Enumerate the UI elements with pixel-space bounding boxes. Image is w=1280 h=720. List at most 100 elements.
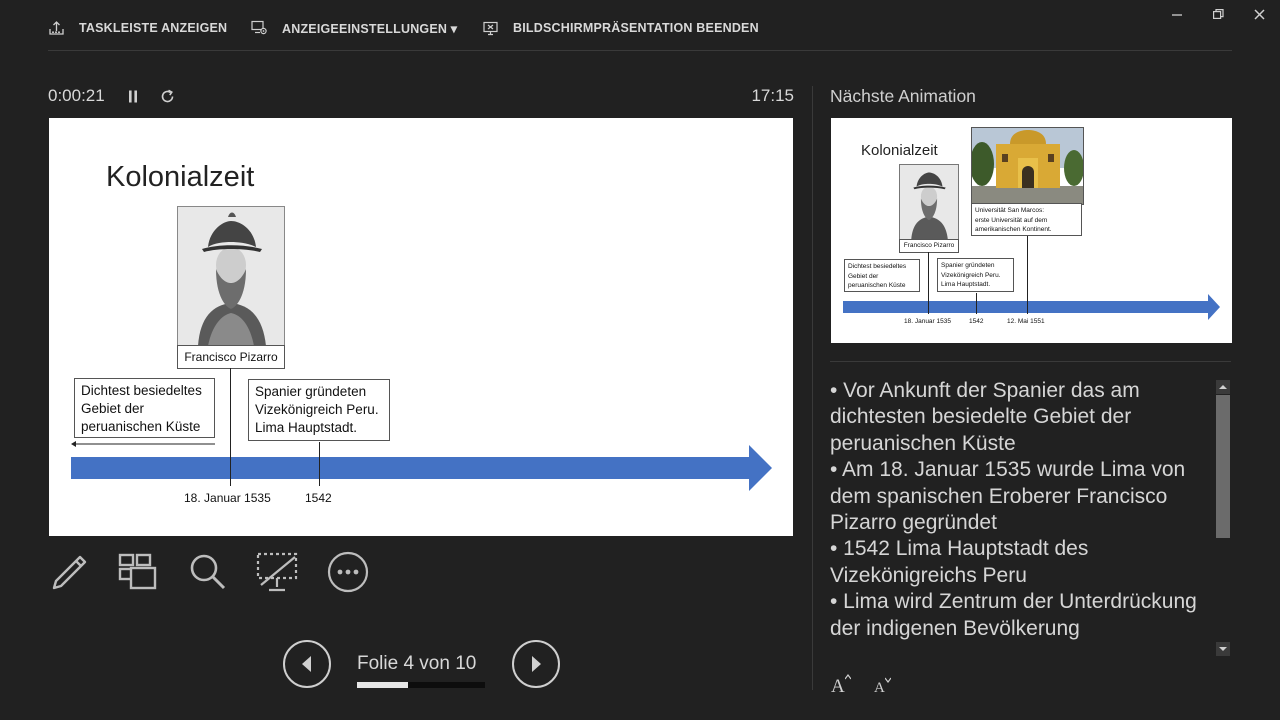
timeline-arrow <box>71 445 772 491</box>
pen-tool-button[interactable] <box>47 550 91 594</box>
pen-icon <box>52 555 87 590</box>
box-right-line-2: Vizekönigreich Peru. <box>255 402 379 417</box>
pizarro-portrait <box>177 206 285 347</box>
next-box-right-line-1: Spanier gründeten <box>941 262 995 269</box>
previous-slide-button[interactable] <box>283 640 331 688</box>
next-icon <box>532 656 541 672</box>
restore-icon <box>1212 9 1224 19</box>
slide-progress-bar <box>357 682 485 688</box>
next-university-connector <box>1027 236 1028 314</box>
next-animation-label: Nächste Animation <box>830 86 976 106</box>
university-building-illustration <box>972 128 1083 204</box>
box-left-line-2: Gebiet der <box>81 401 145 416</box>
portrait-illustration <box>178 207 284 346</box>
pizarro-connector <box>230 368 231 486</box>
next-densely-populated-box: Dichtest besiedeltes Gebiet der peruanis… <box>844 259 920 292</box>
end-slideshow-button[interactable]: BILDSCHIRMPRÄSENTATION BEENDEN <box>482 18 759 38</box>
next-animation-preview[interactable]: Kolonialzeit Francisco Pizarro Universit… <box>831 118 1232 343</box>
next-box-left-line-2: Gebiet der <box>848 272 879 280</box>
display-settings-button[interactable]: ANZEIGEEINSTELLUNGEN ▾ <box>251 18 457 38</box>
box-left-line-1: Dichtest besiedeltes <box>81 383 202 398</box>
next-date-viceroyalty: 1542 <box>969 318 984 325</box>
box-left-line-3: peruanischen Küste <box>81 419 201 434</box>
densely-populated-box: Dichtest besiedeltes Gebiet der peruanis… <box>74 378 215 438</box>
increase-font-button[interactable]: A <box>831 674 851 696</box>
close-icon <box>1253 8 1265 20</box>
portrait-caption-box: Francisco Pizarro <box>177 345 285 369</box>
restart-icon <box>161 89 173 102</box>
caret-up-icon <box>844 674 851 680</box>
uni-caption-line-2: erste Universität auf dem <box>975 216 1048 224</box>
end-slideshow-label: BILDSCHIRMPRÄSENTATION BEENDEN <box>513 21 759 35</box>
next-pizarro-connector <box>928 252 929 314</box>
notes-scrollbar-thumb[interactable] <box>1216 395 1230 538</box>
screen-off-icon <box>256 552 298 592</box>
note-item: • 1542 Lima Hauptstadt des Vizekönigreic… <box>830 537 1089 587</box>
notes-divider <box>830 361 1231 362</box>
scroll-up-button[interactable] <box>1216 380 1230 394</box>
next-portrait-caption: Francisco Pizarro <box>899 239 959 253</box>
decrease-font-button[interactable]: A <box>874 674 891 696</box>
date-viceroyalty: 1542 <box>305 491 332 505</box>
pane-divider[interactable] <box>812 86 813 690</box>
caret-down-icon <box>884 677 891 683</box>
next-viceroyalty-box: Spanier gründeten Vizekönigreich Peru. L… <box>937 258 1014 292</box>
previous-icon <box>302 656 311 672</box>
minimize-icon <box>1172 14 1182 16</box>
box-right-line-1: Spanier gründeten <box>255 384 367 399</box>
end-slideshow-icon <box>483 21 498 36</box>
display-settings-label: ANZEIGEEINSTELLUNGEN ▾ <box>282 21 458 36</box>
close-button[interactable] <box>1247 4 1271 24</box>
speaker-notes[interactable]: • Vor Ankunft der Spanier das am dichtes… <box>830 378 1208 658</box>
current-slide[interactable]: Kolonialzeit Francisco Pizarro Dichtest … <box>49 118 793 536</box>
viceroyalty-box: Spanier gründeten Vizekönigreich Peru. L… <box>248 379 390 441</box>
portrait-caption: Francisco Pizarro <box>184 350 278 364</box>
more-options-button[interactable] <box>326 550 370 594</box>
next-viceroyalty-connector <box>976 293 977 314</box>
next-university-caption-box: Universität San Marcos: erste Universitä… <box>971 203 1082 236</box>
scroll-down-button[interactable] <box>1216 642 1230 656</box>
see-all-slides-button[interactable] <box>115 550 159 594</box>
show-taskbar-button[interactable]: TASKLEISTE ANZEIGEN <box>48 18 227 38</box>
note-item: • Vor Ankunft der Spanier das am dichtes… <box>830 379 1140 455</box>
slide-progress-fill <box>357 682 409 688</box>
next-date-founding: 18. Januar 1535 <box>904 318 951 325</box>
pause-icon <box>129 90 137 102</box>
next-box-left-line-3: peruanischen Küste <box>848 282 906 289</box>
current-time: 17:15 <box>751 86 794 105</box>
scroll-down-icon <box>1219 647 1227 651</box>
next-portrait-illustration <box>911 172 948 240</box>
display-settings-icon <box>251 20 267 35</box>
slides-grid-icon <box>118 553 157 590</box>
scroll-up-icon <box>1219 385 1227 389</box>
next-university-photo <box>971 127 1084 205</box>
elapsed-timer: 0:00:21 <box>48 86 105 105</box>
next-date-university: 12. Mai 1551 <box>1007 318 1045 325</box>
magnifier-icon <box>190 554 226 590</box>
next-slide-button[interactable] <box>512 640 560 688</box>
date-founding: 18. Januar 1535 <box>184 491 271 505</box>
minimize-button[interactable] <box>1165 4 1189 24</box>
next-box-right-line-3: Lima Hauptstadt. <box>941 281 991 288</box>
next-box-left-line-1: Dichtest besiedeltes <box>848 263 907 270</box>
note-item: • Am 18. Januar 1535 wurde Lima von dem … <box>830 458 1186 535</box>
viceroyalty-connector <box>319 442 320 486</box>
increase-font-label: A <box>831 676 845 697</box>
next-pizarro-portrait <box>899 164 959 241</box>
toolbar-divider <box>48 50 1232 51</box>
black-screen-button[interactable] <box>255 550 299 594</box>
note-item: • Lima wird Zentrum der Unterdrückung de… <box>830 590 1197 640</box>
taskbar-icon <box>49 21 64 35</box>
slide-counter: Folie 4 von 10 <box>357 653 477 674</box>
slide-title: Kolonialzeit <box>106 161 255 193</box>
pause-timer-button[interactable] <box>125 87 141 105</box>
decrease-font-label: A <box>874 680 885 696</box>
restore-button[interactable] <box>1206 4 1230 24</box>
uni-caption-line-3: amerikanischen Kontinent. <box>975 226 1052 233</box>
zoom-button[interactable] <box>186 550 230 594</box>
next-slide-title: Kolonialzeit <box>861 142 938 159</box>
restart-timer-button[interactable] <box>159 87 175 105</box>
uni-caption-line-1: Universität San Marcos: <box>975 207 1044 214</box>
next-timeline-arrow <box>843 294 1220 320</box>
box-right-line-3: Lima Hauptstadt. <box>255 420 358 435</box>
